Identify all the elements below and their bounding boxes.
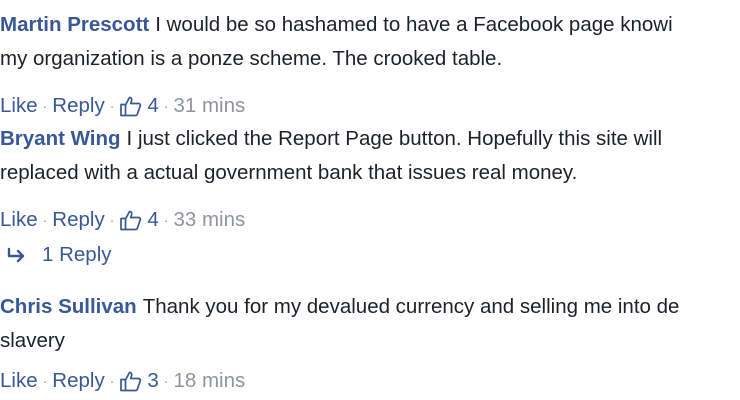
like-count[interactable]: 3	[147, 366, 158, 396]
separator-dot: ·	[109, 373, 115, 389]
comment-timestamp[interactable]: 31 mins	[173, 91, 245, 121]
comment-author[interactable]: Chris Sullivan	[0, 295, 137, 318]
replies-count-label[interactable]: 1 Reply	[42, 240, 112, 270]
reply-arrow-icon	[6, 245, 28, 265]
separator-dot: ·	[42, 98, 48, 114]
thumbs-up-icon[interactable]	[119, 94, 143, 118]
comment-timestamp[interactable]: 18 mins	[173, 366, 245, 396]
comment-body-line: replaced with a actual government bank t…	[0, 156, 740, 190]
comment-timestamp[interactable]: 33 mins	[173, 205, 245, 235]
comment-body-line: my organization is a ponze scheme. The c…	[0, 42, 740, 76]
comment-author[interactable]: Bryant Wing	[0, 127, 121, 150]
comment: Martin Prescott I would be so hashamed to…	[0, 8, 740, 121]
separator-dot: ·	[163, 212, 169, 228]
separator-dot: ·	[42, 212, 48, 228]
like-count[interactable]: 4	[147, 205, 158, 235]
comment-body-line: Martin Prescott I would be so hashamed to…	[0, 8, 740, 42]
thumbs-up-icon[interactable]	[119, 208, 143, 232]
comment-body-line: slavery	[0, 324, 740, 358]
comment-text: my organization is a ponze scheme. The c…	[0, 47, 503, 70]
separator-dot: ·	[42, 373, 48, 389]
comment: Chris Sullivan Thank you for my devalued …	[0, 290, 740, 396]
comment-text: replaced with a actual government bank t…	[0, 161, 578, 184]
view-replies-link[interactable]: 1 Reply	[0, 240, 112, 270]
comment-body-line: Chris Sullivan Thank you for my devalued …	[0, 290, 740, 324]
like-link[interactable]: Like	[0, 91, 38, 121]
separator-dot: ·	[109, 98, 115, 114]
comment: Bryant Wing I just clicked the Report Pag…	[0, 122, 740, 235]
comment-author[interactable]: Martin Prescott	[0, 13, 149, 36]
comment-text: slavery	[0, 329, 65, 352]
reply-link[interactable]: Reply	[52, 205, 104, 235]
comment-text: Thank you for my devalued currency and s…	[142, 295, 680, 318]
comment-body-line: Bryant Wing I just clicked the Report Pag…	[0, 122, 740, 156]
separator-dot: ·	[163, 373, 169, 389]
separator-dot: ·	[163, 98, 169, 114]
comment-text: I just clicked the Report Page button. H…	[126, 127, 663, 150]
separator-dot: ·	[109, 212, 115, 228]
thumbs-up-icon[interactable]	[119, 369, 143, 393]
comment-actions: Like · Reply · 3 · 18 mins	[0, 366, 740, 396]
like-link[interactable]: Like	[0, 205, 38, 235]
like-count[interactable]: 4	[147, 91, 158, 121]
reply-link[interactable]: Reply	[52, 366, 104, 396]
comment-actions: Like · Reply · 4 · 31 mins	[0, 91, 740, 121]
reply-link[interactable]: Reply	[52, 91, 104, 121]
comment-text: I would be so hashamed to have a Faceboo…	[155, 13, 673, 36]
like-link[interactable]: Like	[0, 366, 38, 396]
comment-actions: Like · Reply · 4 · 33 mins	[0, 205, 740, 235]
